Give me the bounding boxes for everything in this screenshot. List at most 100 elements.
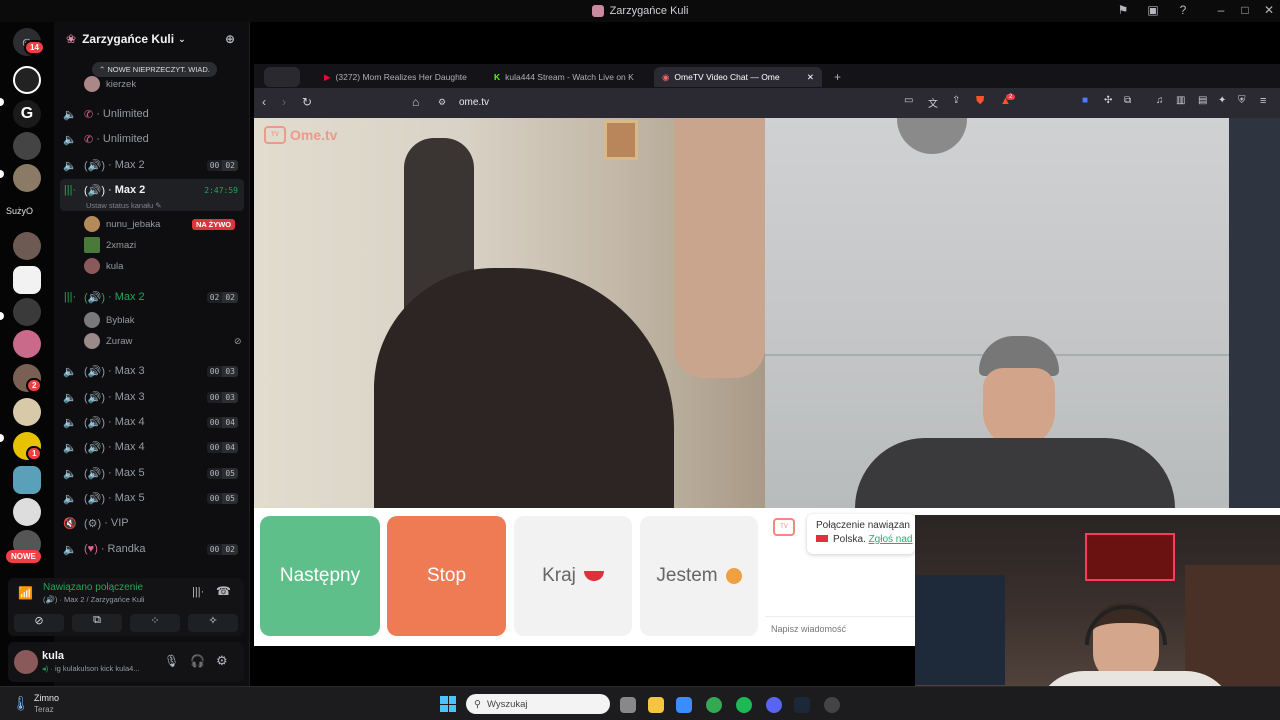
member-item[interactable]: Byblak xyxy=(84,310,135,330)
member-item[interactable]: 2xmazi xyxy=(84,235,136,255)
obs-icon[interactable] xyxy=(824,697,840,713)
noise-icon[interactable]: |||· xyxy=(192,586,204,598)
voice-channel[interactable]: 🔈 (🔊) · Max 4 00 04 xyxy=(62,436,244,458)
inbox-icon[interactable]: ▣ xyxy=(1144,3,1162,17)
voice-channel[interactable]: 🔈 (🔊) · Max 5 00 05 xyxy=(62,487,244,509)
puzzle-icon[interactable]: ✣ xyxy=(1104,95,1112,106)
chrome-icon[interactable] xyxy=(706,697,722,713)
divider xyxy=(765,616,915,617)
site-info-icon[interactable]: ⚙ xyxy=(438,97,446,108)
server-icon[interactable] xyxy=(13,330,41,358)
leo-icon[interactable]: ✦ xyxy=(1218,95,1226,106)
member-item[interactable]: nunu_jebaka xyxy=(84,214,160,234)
close-button[interactable]: ✕ xyxy=(1260,3,1278,17)
guild-header[interactable]: ❀ Zarzygańce Kuli ⌄ ⊕ xyxy=(54,22,249,56)
store-icon[interactable] xyxy=(676,697,692,713)
gender-button[interactable]: Jestem xyxy=(640,516,758,636)
bookmark-icon[interactable]: ⌂ xyxy=(412,95,419,109)
weather-label[interactable]: Zimno xyxy=(34,693,59,703)
voice-channel-active[interactable]: |||· (🔊) · Max 2 2:47:59 xyxy=(62,179,244,201)
weather-icon[interactable]: 🌡 xyxy=(12,695,30,712)
voice-channel[interactable]: 🔈 (🔊) · Max 2 00 02 xyxy=(62,154,244,176)
share-icon[interactable]: ⇪ xyxy=(952,95,960,106)
server-icon[interactable] xyxy=(13,398,41,426)
voice-channel[interactable]: 🔈 (♥) · Randka 00 02 xyxy=(62,538,244,560)
brave-shield-icon[interactable]: ⛊ xyxy=(976,95,984,108)
server-g-icon[interactable]: G xyxy=(13,100,41,128)
close-tab-icon[interactable]: ✕ xyxy=(807,72,814,83)
voice-channel[interactable]: 🔈 (🔊) · Max 3 00 03 xyxy=(62,360,244,382)
forward-icon[interactable]: › xyxy=(282,95,286,109)
extension-icon[interactable]: ■ xyxy=(1082,95,1088,106)
member-item[interactable]: kierzek xyxy=(84,74,136,94)
server-icon[interactable] xyxy=(13,298,41,326)
member-item[interactable]: Zuraw ⊘ xyxy=(84,331,242,351)
microphone-icon[interactable]: 🎙 xyxy=(164,654,179,668)
soundboard-button[interactable]: ✧ xyxy=(188,614,238,632)
disconnect-icon[interactable]: ☎ xyxy=(216,584,231,598)
maximize-button[interactable]: □ xyxy=(1236,3,1254,17)
wallet-icon[interactable]: ▤ xyxy=(1198,95,1207,106)
server-icon[interactable] xyxy=(13,266,41,294)
url-field[interactable]: ome.tv xyxy=(459,97,489,108)
reload-icon[interactable]: ↻ xyxy=(302,95,312,109)
gear-icon[interactable]: ⚙ xyxy=(216,653,228,669)
speaker-icon: 🔈 xyxy=(63,133,77,146)
spotify-icon[interactable] xyxy=(736,697,752,713)
flag-icon[interactable]: ⚑ xyxy=(1114,3,1132,17)
vpn-icon[interactable]: ⛨ xyxy=(1238,95,1246,106)
avatar[interactable] xyxy=(14,650,38,674)
voice-channel[interactable]: 🔈 (🔊) · Max 3 00 03 xyxy=(62,386,244,408)
voice-channel[interactable]: 🔈 ✆ · Unlimited xyxy=(62,128,244,150)
voice-channel[interactable]: 🔈 ✆ · Unlimited xyxy=(62,103,244,125)
server-icon[interactable] xyxy=(13,466,41,494)
voice-channel[interactable]: 🔈 (🔊) · Max 5 00 05 xyxy=(62,462,244,484)
server-icon[interactable] xyxy=(13,164,41,192)
server-icon[interactable] xyxy=(13,66,41,94)
voice-channel[interactable]: |||· (🔊) · Max 2 02 02 xyxy=(62,286,244,308)
member-item[interactable]: kula xyxy=(84,256,123,276)
browser-tab[interactable]: Kkula444 Stream - Watch Live on K xyxy=(486,67,642,87)
server-icon[interactable] xyxy=(13,232,41,260)
file-explorer-icon[interactable] xyxy=(648,697,664,713)
translate-icon[interactable]: 文 xyxy=(928,95,938,110)
activities-button[interactable]: ⁘ xyxy=(130,614,180,632)
server-icon[interactable] xyxy=(13,132,41,160)
screen-share-button[interactable]: ⧉ xyxy=(72,614,122,632)
report-link[interactable]: Zgłoś nad xyxy=(869,534,913,545)
help-icon[interactable]: ? xyxy=(1174,3,1192,17)
minimize-button[interactable]: – xyxy=(1212,3,1230,17)
menu-icon[interactable]: ≡ xyxy=(1260,95,1266,107)
camera-off-button[interactable]: ⊘ xyxy=(14,614,64,632)
screenshot-icon[interactable]: ⧉ xyxy=(1124,95,1131,106)
user-count: 00 03 xyxy=(206,365,238,377)
signal-icon[interactable]: 📶 xyxy=(18,586,33,600)
country-button[interactable]: Kraj xyxy=(514,516,632,636)
browser-tab[interactable]: ▶ (3272) Mom Realizes Her Daughte xyxy=(316,67,474,87)
stop-button[interactable]: Stop xyxy=(387,516,506,636)
channel-status[interactable]: Ustaw status kanału ✎ xyxy=(86,201,162,210)
channel-name: Max 5 xyxy=(114,492,145,504)
music-icon[interactable]: ♫ xyxy=(1156,95,1164,106)
voice-channel[interactable]: 🔇 (⚙) · VIP xyxy=(62,512,244,534)
folder-label[interactable]: SużyO xyxy=(6,206,33,216)
discord-icon[interactable] xyxy=(766,697,782,713)
task-view-icon[interactable] xyxy=(620,697,636,713)
sidebar-icon[interactable]: ▥ xyxy=(1176,95,1185,106)
back-icon[interactable]: ‹ xyxy=(262,95,266,109)
new-tab-button[interactable]: + xyxy=(826,67,849,87)
speaker-icon: 🔈 xyxy=(63,492,77,505)
start-icon[interactable] xyxy=(440,696,456,712)
browser-tab-active[interactable]: ◉ OmeTV Video Chat — Ome ✕ xyxy=(654,67,822,87)
headphones-icon[interactable]: 🎧 xyxy=(190,654,205,668)
next-button[interactable]: Następny xyxy=(260,516,380,636)
lock-speaker-icon: 🔇 xyxy=(63,517,77,530)
voice-channel[interactable]: 🔈 (🔊) · Max 4 00 04 xyxy=(62,411,244,433)
tab-pinned[interactable] xyxy=(264,67,300,87)
invite-icon[interactable]: ⊕ xyxy=(225,32,235,46)
steam-icon[interactable] xyxy=(794,697,810,713)
server-icon[interactable] xyxy=(13,498,41,526)
cast-icon[interactable]: ▭ xyxy=(904,95,913,106)
taskbar-search[interactable]: ⚲ Wyszukaj xyxy=(466,694,610,714)
chat-input[interactable] xyxy=(771,620,911,638)
